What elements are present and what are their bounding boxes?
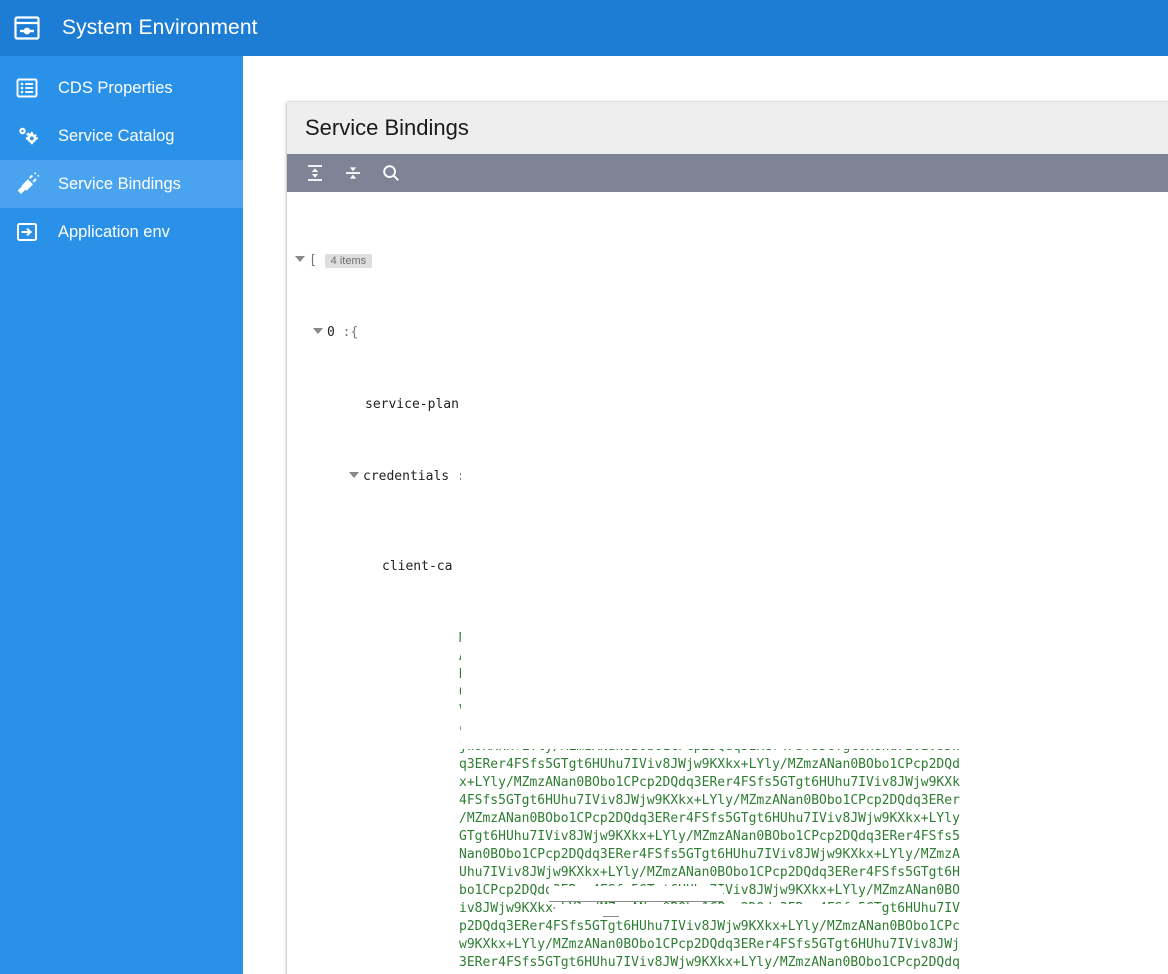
- index-open-brace: :{: [342, 325, 359, 340]
- index-key: 0: [327, 325, 335, 340]
- sidebar-nav: CDS Properties Service Catalog Service B…: [0, 56, 243, 974]
- tree-row-index-0[interactable]: 0 :{: [287, 324, 1168, 342]
- client-ca-body-line: Uhu7IViv8JWjw9KXkx+LYly/MZmzANan0BObo1CP…: [459, 865, 960, 880]
- tree-row-root[interactable]: [ 4 items: [287, 252, 1168, 270]
- colon: :: [466, 397, 475, 412]
- client-ca-body-line: Nan0BObo1CPcp2DQdq3ERer4FSfs5GTgt6HUhu7I…: [459, 847, 960, 862]
- tree-row-service-plan[interactable]: service-plan : standard: [287, 396, 1168, 414]
- client-ca-body-line: Viv8JWjw9KXkx+LYly/MZmzANan0BObo1CPcp2DQ…: [459, 703, 960, 718]
- list-properties-icon: [14, 75, 40, 101]
- client-ca-body-line: cp2DQdq3ERer4FSfs5GTgt6HUhu7IViv8JWjw9KX…: [459, 721, 960, 736]
- colon: :: [460, 559, 469, 574]
- sidebar-item-service-bindings[interactable]: Service Bindings: [0, 160, 243, 208]
- arrow-into-box-icon: [14, 219, 40, 245]
- service-plan-value: standard: [482, 397, 546, 412]
- json-toolbar: [287, 154, 1168, 192]
- sidebar-item-label: Service Catalog: [58, 126, 175, 145]
- panel-header: Service Bindings: [287, 102, 1168, 154]
- sidebar-item-cds-properties[interactable]: CDS Properties: [0, 64, 243, 112]
- root-bracket: [: [309, 253, 317, 268]
- sidebar-item-application-env[interactable]: Application env: [0, 208, 243, 256]
- credentials-open-brace: :{: [456, 469, 473, 484]
- gears-icon: [14, 123, 40, 149]
- dashboards-username-redaction-rule: [603, 916, 619, 917]
- expand-all-icon[interactable]: [299, 159, 331, 187]
- client-ca-body-line: 4FSfs5GTgt6HUhu7IViv8JWjw9KXkx+LYly/MZmz…: [459, 793, 960, 808]
- window-env-icon: [12, 13, 42, 43]
- client-ca-body-line: ANan0BObo1CPcp2DQdq3ERer4FSfs5GTgt6HUhu7…: [459, 649, 960, 664]
- client-ca-body-line: MIIFBDCCA3ugAwIBAgIGbQB2TSMA0GCSqGSIb3DQ…: [459, 631, 945, 646]
- tree-row-client-ca[interactable]: client-ca : -----BEGIN CERTIFICATE-----: [287, 558, 1168, 576]
- app-header-bar: System Environment: [0, 0, 1168, 56]
- client-ca-body-line: bo1CPcp2DQdq3ERer4FSfs5GTgt6HUhu7IViv8JW…: [459, 883, 960, 898]
- client-ca-body-line: iv8JWjw9KXkx+LYly/MZmzANan0BObo1CPcp2DQd…: [459, 901, 960, 916]
- search-icon[interactable]: [375, 159, 407, 187]
- client-ca-body-line: 3ERer4FSfs5GTgt6HUhu7IViv8JWjw9KXkx+LYly…: [459, 955, 960, 970]
- client-ca-key: client-ca: [382, 559, 453, 574]
- app-root: System Environment CDS Properties Servic…: [0, 0, 1168, 974]
- root-item-count-badge: 4 items: [324, 254, 373, 268]
- sidebar-item-service-catalog[interactable]: Service Catalog: [0, 112, 243, 160]
- chevron-down-icon[interactable]: [295, 256, 305, 262]
- page-title: Service Bindings: [305, 115, 469, 140]
- sidebar-item-label: CDS Properties: [58, 78, 173, 97]
- client-ca-body-line: GTgt6HUhu7IViv8JWjw9KXkx+LYly/MZmzANan0B…: [459, 829, 960, 844]
- client-ca-body-line: w9KXkx+LYly/MZmzANan0BObo1CPcp2DQdq3ERer…: [459, 937, 960, 952]
- client-ca-body: MIIFBDCCA3ugAwIBAgIGbQB2TSMA0GCSqGSIb3DQ…: [287, 630, 1168, 974]
- collapse-all-icon[interactable]: [337, 159, 369, 187]
- client-ca-body-line: HUhu7IViv8JWjw9KXkx+LYly/MZmzANan0BObo1C…: [459, 667, 960, 682]
- tree-row-credentials[interactable]: credentials :{: [287, 468, 1168, 486]
- service-bindings-panel: Service Bindings [4 items 0:{service-…: [287, 102, 1168, 974]
- credentials-key: credentials: [363, 469, 450, 484]
- plug-connect-icon: [14, 171, 40, 197]
- client-ca-body-line: jw9KXkx+LYly/MZmzANan0BObo1CPcp2DQdq3ERe…: [459, 739, 960, 754]
- service-plan-key: service-plan: [365, 397, 459, 412]
- client-ca-body-line: q3ERer4FSfs5GTgt6HUhu7IViv8JWjw9KXkx+LYl…: [459, 757, 960, 772]
- chevron-down-icon[interactable]: [313, 328, 323, 334]
- client-ca-body-line: Obo1CPcp2DQdq3ERer4FSfs5GTgt6HUhu7IViv8J…: [459, 685, 960, 700]
- chevron-down-icon[interactable]: [349, 472, 359, 478]
- client-ca-body-line: p2DQdq3ERer4FSfs5GTgt6HUhu7IViv8JWjw9KXk…: [459, 919, 960, 934]
- client-ca-body-line: x+LYly/MZmzANan0BObo1CPcp2DQdq3ERer4FSfs…: [459, 775, 960, 790]
- app-title: System Environment: [62, 16, 258, 39]
- client-ca-body-line: /MZmzANan0BObo1CPcp2DQdq3ERer4FSfs5GTgt6…: [459, 811, 960, 826]
- sidebar-item-label: Application env: [58, 222, 170, 241]
- dashboards-password-redaction-rule: [549, 901, 723, 902]
- client-ca-begin-marker: -----BEGIN CERTIFICATE-----: [475, 559, 688, 574]
- sidebar-item-label: Service Bindings: [58, 174, 181, 193]
- json-tree-viewer[interactable]: [ 4 items 0 :{ service-plan : standard c…: [287, 192, 1168, 974]
